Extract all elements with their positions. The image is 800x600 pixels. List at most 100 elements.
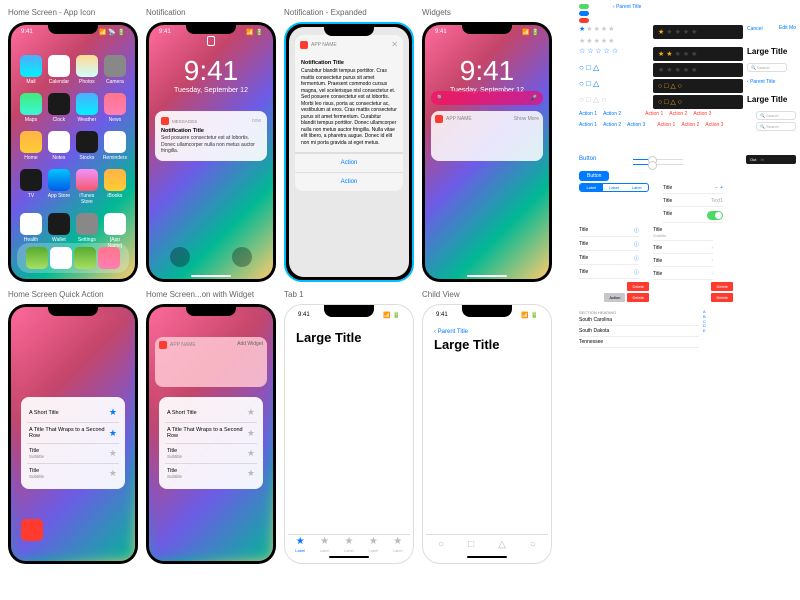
action-links-red[interactable]: Action 1Action 2Action 3 — [657, 122, 723, 128]
tab-in[interactable]: In — [760, 157, 763, 162]
quick-action-item[interactable]: A Title That Wraps to a Second Row★ — [27, 423, 119, 444]
action-links-red[interactable]: Action 1Action 2Action 3 — [645, 111, 711, 117]
app-icon[interactable]: Notes — [47, 131, 71, 161]
tab-item[interactable]: ○ — [438, 539, 444, 550]
rating-dark[interactable]: ★★★★★ — [653, 25, 743, 39]
button-link[interactable]: Button — [579, 156, 596, 162]
tab-item[interactable]: ★Label — [344, 536, 354, 553]
table-cell-info[interactable]: Titleⓘ — [579, 267, 639, 279]
app-icon[interactable]: Calendar — [47, 55, 71, 85]
rating-control[interactable]: ★★★★★ — [579, 25, 649, 33]
app-icon[interactable]: Reminders — [103, 131, 127, 161]
rating-dark[interactable]: ★★★★★ — [653, 47, 743, 61]
slider[interactable] — [633, 159, 683, 160]
table-cell-info[interactable]: Titleⓘ — [579, 225, 639, 237]
tab-out[interactable]: Out — [750, 157, 756, 162]
table-cell[interactable]: TitleSubtitle — [653, 225, 713, 241]
home-indicator[interactable] — [467, 556, 507, 558]
dock-app[interactable] — [98, 247, 120, 269]
quick-action-item[interactable]: A Title That Wraps to a Second Row★ — [165, 423, 257, 444]
search-bar[interactable]: 🔍🎤 — [431, 91, 543, 105]
table-cell-disclosure[interactable]: Title› — [653, 256, 713, 267]
quick-action-item[interactable]: TitleSubtitle★ — [165, 464, 257, 483]
action-button[interactable]: Action — [604, 293, 625, 302]
home-indicator[interactable] — [191, 275, 231, 277]
tab-item[interactable]: ○ — [530, 539, 536, 550]
table-cell[interactable]: Title−+ — [663, 183, 723, 194]
list-item[interactable]: Tennessee — [579, 337, 699, 348]
quick-action-item[interactable]: TitleSubtitle★ — [27, 464, 119, 483]
notification-action[interactable]: Action — [295, 153, 403, 172]
app-icon[interactable]: Stocks — [75, 131, 99, 161]
delete-button[interactable]: Delete — [711, 282, 733, 291]
app-icon[interactable]: Weather — [75, 93, 99, 123]
table-cell-info[interactable]: Titleⓘ — [579, 239, 639, 251]
app-icon[interactable]: Clock — [47, 93, 71, 123]
tab-item[interactable]: ★Label — [368, 536, 378, 553]
home-indicator[interactable] — [329, 556, 369, 558]
rating-control[interactable]: ★★★★★ — [579, 37, 649, 45]
widget-card[interactable]: APP NAMEShow More — [431, 111, 543, 161]
table-cell-disclosure[interactable]: Title› — [653, 269, 713, 280]
flashlight-button[interactable] — [170, 247, 190, 267]
segmented-control[interactable]: LabelLabelLabel — [579, 183, 649, 192]
table-cell-disclosure[interactable]: Title› — [653, 243, 713, 254]
quick-action-item[interactable]: A Short Title★ — [165, 403, 257, 423]
show-more-link[interactable]: Show More — [514, 116, 539, 122]
button-primary[interactable]: Button — [579, 171, 609, 181]
notification-card[interactable]: MESSAGESnow Notification Title Sed posue… — [155, 111, 267, 161]
tab-item[interactable]: □ — [468, 539, 474, 550]
edit-link[interactable]: Edit Mo — [779, 25, 796, 31]
app-icon[interactable]: Mail — [19, 55, 43, 85]
pill-green[interactable] — [579, 4, 589, 9]
delete-button[interactable]: Delete — [627, 293, 649, 302]
quick-action-item[interactable]: TitleSubtitle★ — [27, 444, 119, 464]
list-item[interactable]: South Dakota — [579, 326, 699, 337]
section-index[interactable]: ABCDE — [703, 310, 706, 334]
back-button[interactable]: ‹ Parent Title — [434, 329, 468, 335]
tab-item[interactable]: △ — [498, 539, 506, 550]
dock-app[interactable] — [50, 247, 72, 269]
slider[interactable] — [633, 164, 683, 165]
app-icon[interactable]: iTunes Store — [75, 169, 99, 205]
info-icon[interactable]: ⓘ — [634, 269, 639, 276]
info-icon[interactable]: ⓘ — [634, 255, 639, 262]
quick-action-item[interactable]: TitleSubtitle★ — [165, 444, 257, 464]
camera-button[interactable] — [232, 247, 252, 267]
rating-dark[interactable]: ★★★★★ — [653, 63, 743, 77]
action-links[interactable]: Action 1Action 2 — [579, 111, 621, 117]
info-icon[interactable]: ⓘ — [634, 241, 639, 248]
app-icon[interactable]: Photos — [75, 55, 99, 85]
list-item[interactable]: South Carolina — [579, 315, 699, 326]
info-icon[interactable]: ⓘ — [634, 227, 639, 234]
app-icon[interactable]: App Store — [47, 169, 71, 205]
action-links[interactable]: Action 1Action 2Action 3 — [579, 122, 645, 128]
dock-app[interactable] — [74, 247, 96, 269]
widget-card[interactable]: APP NAMEAdd Widget — [155, 337, 267, 387]
delete-button[interactable]: Delete — [711, 293, 733, 302]
tab-item[interactable]: ★Label — [295, 536, 305, 553]
pill-blue[interactable] — [579, 11, 589, 16]
table-cell-info[interactable]: Titleⓘ — [579, 253, 639, 265]
add-widget-link[interactable]: Add Widget — [237, 341, 263, 349]
app-icon[interactable]: TV — [19, 169, 43, 205]
delete-button[interactable]: Delete — [627, 282, 649, 291]
mic-icon[interactable]: 🎤 — [530, 95, 537, 102]
cancel-link[interactable]: Cancel — [747, 26, 763, 32]
rating-outline[interactable]: ☆ ☆ ☆ ☆ ☆ — [579, 47, 649, 55]
notification-action[interactable]: Action — [295, 172, 403, 191]
tab-item[interactable]: ★Label — [320, 536, 330, 553]
table-cell[interactable]: Title — [663, 209, 723, 223]
toggle-switch[interactable] — [707, 211, 723, 220]
search-field[interactable]: 🔍 Search — [756, 111, 796, 120]
search-field[interactable]: 🔍 Search — [756, 122, 796, 131]
table-cell[interactable]: TitleText1 — [663, 196, 723, 207]
home-indicator[interactable] — [467, 275, 507, 277]
app-icon[interactable]: News — [103, 93, 127, 123]
tab-item[interactable]: ★Label — [393, 536, 403, 553]
dock-app[interactable] — [26, 247, 48, 269]
source-app-icon[interactable] — [21, 519, 43, 541]
app-icon[interactable]: Camera — [103, 55, 127, 85]
app-icon[interactable]: Maps — [19, 93, 43, 123]
search-field[interactable]: 🔍 Search — [747, 63, 787, 72]
